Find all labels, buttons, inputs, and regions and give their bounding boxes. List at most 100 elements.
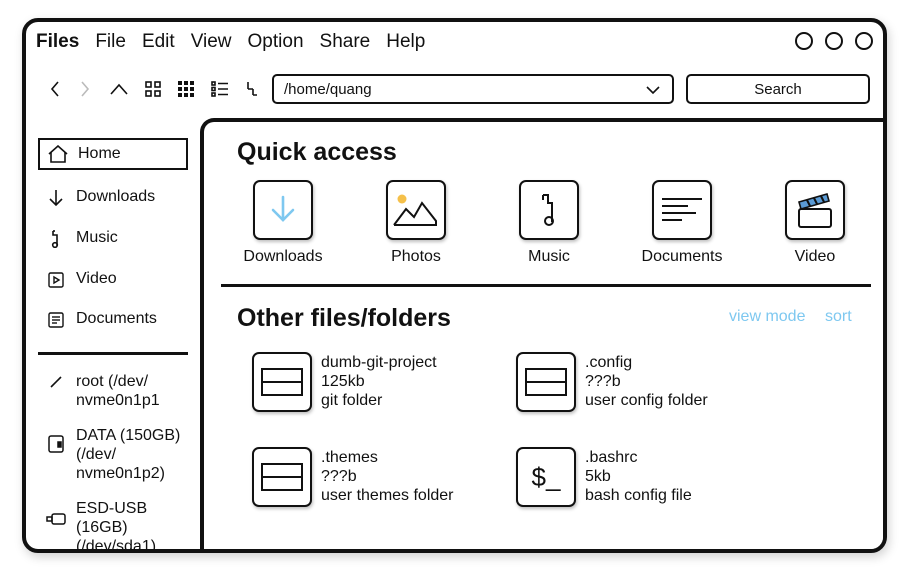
sidebar-item-documents[interactable]: Documents [38,310,188,330]
sidebar-item-home[interactable]: Home [38,138,188,170]
file-meta: .config ???b user config folder [585,353,708,412]
quick-access-title: Quick access [237,138,397,166]
menu-edit[interactable]: Edit [138,31,179,53]
drive-label-line: ESD-USB [76,500,148,517]
sidebar-item-label: Home [78,145,121,162]
music-icon [46,229,66,249]
file-size: 5kb [585,468,611,485]
view-mode-link[interactable]: view mode [729,308,805,326]
quick-access-label: Downloads [243,248,323,265]
home-icon [48,144,68,164]
quick-access-photos[interactable]: Photos [366,180,466,266]
video-icon [46,270,66,290]
menu-share[interactable]: Share [316,31,375,53]
drive-label-line: nvme0n1p2) [76,465,165,482]
file-manager-window: Files File Edit View Option Share Help /… [22,18,887,553]
sidebar-item-label: Music [76,229,118,246]
sidebar-item-music[interactable]: Music [38,229,188,249]
file-type: bash config file [585,487,692,504]
clapperboard-icon [785,180,845,240]
maximize-button[interactable] [825,32,843,50]
folder-icon [252,352,312,412]
quick-access-video[interactable]: Video [765,180,865,266]
disk-icon [46,372,66,392]
search-button[interactable]: Search [686,74,870,104]
file-size: 125kb [321,373,365,390]
sidebar: Home Downloads Music Video Documents roo… [26,132,198,549]
drive-label-line: (/dev/ [76,446,117,463]
file-item-config[interactable]: .config ???b user config folder [516,352,708,412]
section-divider [221,284,871,287]
quick-access-label: Documents [641,248,723,265]
quick-access-documents[interactable]: Documents [632,180,732,266]
hard-drive-icon [46,434,66,454]
back-icon[interactable] [44,78,66,100]
sidebar-drive-root[interactable]: root (/dev/ nvme0n1p1 [38,372,188,410]
file-size: ???b [321,468,357,485]
file-name: dumb-git-project [321,354,437,371]
close-button[interactable] [855,32,873,50]
menu-option[interactable]: Option [244,31,308,53]
drive-label-line: DATA (150GB) [76,427,181,444]
sidebar-drive-data[interactable]: DATA (150GB) (/dev/ nvme0n1p2) [38,426,188,483]
main-panel: Quick access Downloads Photos Music Docu… [200,118,883,549]
drive-label-line: (16GB) [76,519,128,536]
quick-access-label: Music [528,248,570,265]
file-item-themes[interactable]: .themes ???b user themes folder [252,447,454,507]
sidebar-item-label: Documents [76,310,157,327]
document-icon [652,180,712,240]
drive-label-line: (/dev/sda1) [76,538,157,553]
drive-label: DATA (150GB) (/dev/ nvme0n1p2) [76,426,180,483]
menu-view[interactable]: View [187,31,236,53]
quick-access-label: Photos [391,248,441,265]
folder-icon [516,352,576,412]
folder-icon [252,447,312,507]
sort-link[interactable]: sort [825,308,852,326]
large-grid-icon[interactable] [142,78,164,100]
file-type: git folder [321,392,383,409]
other-files-title: Other files/folders [237,304,451,332]
file-meta: dumb-git-project 125kb git folder [321,353,437,412]
file-meta: .bashrc 5kb bash config file [585,448,692,507]
arrow-down-icon [46,188,66,208]
drive-label: ESD-USB (16GB) (/dev/sda1) [76,499,157,553]
path-input[interactable]: /home/quang [272,74,674,104]
sidebar-item-label: Video [76,270,117,287]
document-icon [46,310,66,330]
chevron-down-icon[interactable] [646,82,660,99]
file-item-bashrc[interactable]: $_ .bashrc 5kb bash config file [516,447,692,507]
menubar: Files File Edit View Option Share Help [26,22,883,62]
tree-view-icon[interactable] [241,78,263,100]
sidebar-item-video[interactable]: Video [38,270,188,290]
drive-label: root (/dev/ nvme0n1p1 [76,372,160,410]
small-grid-icon[interactable] [175,78,197,100]
file-name: .themes [321,449,378,466]
window-controls [795,32,873,50]
file-item-dumb-git-project[interactable]: dumb-git-project 125kb git folder [252,352,437,412]
sidebar-item-label: Downloads [76,188,156,205]
terminal-icon: $_ [516,447,576,507]
drive-label-line: root (/dev/ [76,373,149,390]
app-name: Files [36,31,80,52]
sidebar-divider [38,352,188,355]
file-type: user config folder [585,392,708,409]
up-icon[interactable] [108,78,130,100]
quick-access-label: Video [794,248,836,265]
quick-access-music[interactable]: Music [499,180,599,266]
forward-icon[interactable] [74,78,96,100]
quick-access-downloads[interactable]: Downloads [233,180,333,266]
photo-icon [386,180,446,240]
usb-drive-icon [46,509,66,529]
music-icon [519,180,579,240]
path-input-value: /home/quang [284,80,372,98]
list-view-icon[interactable] [209,78,231,100]
file-size: ???b [585,373,621,390]
file-name: .config [585,354,633,371]
menu-help[interactable]: Help [382,31,429,53]
minimize-button[interactable] [795,32,813,50]
terminal-glyph: $_ [531,461,561,492]
sidebar-drive-usb[interactable]: ESD-USB (16GB) (/dev/sda1) [38,499,188,553]
toolbar: /home/quang Search [26,72,883,108]
menu-file[interactable]: File [91,31,130,53]
sidebar-item-downloads[interactable]: Downloads [38,188,188,208]
